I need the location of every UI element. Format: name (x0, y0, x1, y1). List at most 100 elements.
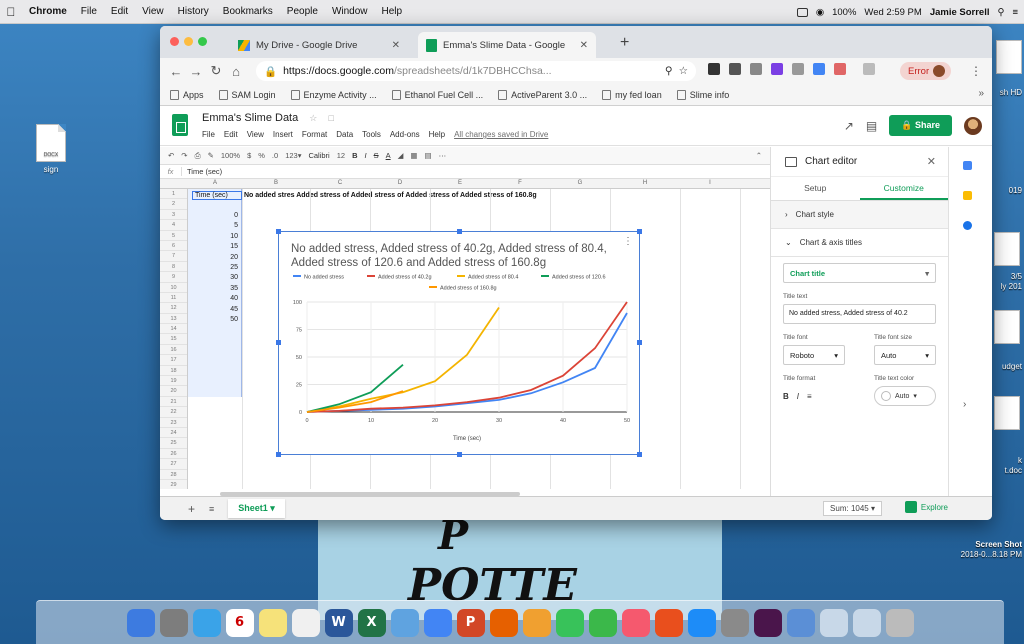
title-text-input[interactable]: No added stress, Added stress of 40.2 (783, 304, 936, 324)
zoom-window-button[interactable] (198, 37, 207, 46)
menu-item-file[interactable]: File (74, 6, 104, 17)
row-header[interactable]: 24 (160, 428, 187, 439)
title-size-select[interactable]: Auto ▾ (874, 345, 936, 365)
bookmark-item[interactable]: Ethanol Fuel Cell ... (391, 89, 483, 100)
menu-item-bookmarks[interactable]: Bookmarks (216, 6, 280, 17)
zoom-select[interactable]: 100% (221, 151, 240, 160)
row-header[interactable]: 4 (160, 220, 187, 231)
menu-item-view[interactable]: View (135, 6, 171, 17)
more-icon[interactable]: ⋯ (439, 151, 447, 160)
bookmark-item[interactable]: Apps (170, 89, 204, 100)
close-tab-icon[interactable]: ✕ (392, 40, 400, 51)
explore-button[interactable]: Explore (904, 501, 948, 513)
office-app[interactable] (654, 608, 683, 637)
apple-icon[interactable]:  (0, 5, 22, 19)
chrome-app[interactable] (423, 608, 452, 637)
doc-menu-view[interactable]: View (247, 130, 264, 139)
resize-handle[interactable] (457, 229, 462, 234)
column-header[interactable]: H (610, 180, 680, 186)
row-header[interactable]: 5 (160, 231, 187, 241)
italic-icon[interactable]: I (365, 151, 367, 160)
row-header[interactable]: 21 (160, 397, 187, 408)
title-color-select[interactable]: Auto ▾ (874, 386, 936, 406)
row-header[interactable]: 10 (160, 283, 187, 293)
tab-slime-data[interactable]: Emma's Slime Data - Google ✕ (418, 32, 596, 58)
row-header[interactable]: 28 (160, 470, 187, 480)
close-window-button[interactable] (170, 37, 179, 46)
desktop-partial-icon[interactable] (994, 310, 1020, 344)
row-header[interactable]: 22 (160, 407, 187, 418)
activity-icon[interactable]: ↗ (844, 119, 854, 133)
close-icon[interactable]: ✕ (927, 155, 936, 168)
slack-app[interactable] (753, 608, 782, 637)
more-bookmarks-icon[interactable]: » (978, 88, 984, 99)
desktop-partial-icon[interactable] (994, 396, 1020, 430)
menu-item-history[interactable]: History (171, 6, 216, 17)
save-status[interactable]: All changes saved in Drive (454, 130, 548, 139)
expand-panel-icon[interactable]: › (963, 399, 966, 410)
clock[interactable]: Wed 2:59 PM (864, 7, 921, 18)
cast-icon[interactable] (863, 63, 875, 75)
table-cell[interactable]: 5 (188, 222, 238, 229)
mail-app[interactable] (786, 608, 815, 637)
address-bar[interactable]: 🔒 https://docs.google.com/spreadsheets/d… (256, 61, 696, 81)
row-header[interactable]: 13 (160, 314, 187, 325)
resize-handle[interactable] (457, 452, 462, 457)
menu-item-chrome[interactable]: Chrome (22, 6, 74, 17)
excel-app[interactable]: X (357, 608, 386, 637)
sum-indicator[interactable]: Sum: 1045 ▾ (823, 501, 882, 516)
column-header[interactable]: B (242, 180, 310, 186)
row-header[interactable]: 20 (160, 386, 187, 397)
doc-menu-help[interactable]: Help (429, 130, 445, 139)
extension-icon[interactable] (834, 63, 846, 75)
column-header[interactable]: F (490, 180, 550, 186)
formula-input[interactable]: Time (sec) (182, 167, 222, 176)
add-sheet-icon[interactable]: + (188, 502, 195, 516)
sysprefs-app[interactable] (720, 608, 749, 637)
header-cells[interactable]: No added stres Added stress of Added str… (244, 192, 537, 199)
table-cell[interactable]: 50 (188, 316, 238, 323)
extension-icon[interactable] (792, 63, 804, 75)
safari-app[interactable] (192, 608, 221, 637)
undo-icon[interactable]: ↶ (168, 151, 174, 160)
minimize-window-button[interactable] (184, 37, 193, 46)
appstore-app[interactable] (687, 608, 716, 637)
cell-a1[interactable]: Time (sec) (192, 191, 242, 200)
desktop-partial-icon[interactable] (996, 40, 1022, 74)
tab-my-drive[interactable]: My Drive - Google Drive ✕ (230, 32, 408, 58)
extension-icon[interactable] (729, 63, 741, 75)
redo-icon[interactable]: ↷ (181, 151, 187, 160)
user-name[interactable]: Jamie Sorrell (930, 7, 990, 18)
notification-center-icon[interactable]: ≡ (1012, 7, 1018, 18)
row-header[interactable]: 6 (160, 241, 187, 252)
align-icon[interactable]: ≡ (807, 392, 812, 401)
strikethrough-icon[interactable]: S (374, 151, 379, 160)
resize-handle[interactable] (637, 340, 642, 345)
doc-menu-format[interactable]: Format (302, 130, 327, 139)
menu-item-help[interactable]: Help (375, 6, 410, 17)
row-header[interactable]: 2 (160, 199, 187, 210)
star-icon[interactable]: ☆ (309, 113, 317, 123)
row-header[interactable]: 11 (160, 293, 187, 304)
desktop-partial-icon[interactable] (994, 232, 1020, 266)
doc-menu-tools[interactable]: Tools (362, 130, 381, 139)
row-header[interactable]: 14 (160, 324, 187, 335)
table-cell[interactable]: 35 (188, 285, 238, 292)
tab-customize[interactable]: Customize (859, 177, 948, 200)
row-header[interactable]: 8 (160, 262, 187, 273)
row-header[interactable]: 26 (160, 449, 187, 460)
table-cell[interactable]: 0 (188, 212, 238, 219)
table-cell[interactable]: 15 (188, 243, 238, 250)
italic-icon[interactable]: I (797, 392, 799, 401)
comments-icon[interactable]: ▤ (866, 119, 877, 133)
facetime-app[interactable] (588, 608, 617, 637)
screen-share-icon[interactable] (796, 7, 808, 17)
wifi-icon[interactable]: ◉ (816, 7, 824, 18)
trash-app[interactable] (885, 608, 914, 637)
bookmark-item[interactable]: SAM Login (218, 89, 276, 100)
extension-icon[interactable] (813, 63, 825, 75)
all-sheets-icon[interactable]: ≡ (209, 504, 214, 514)
firefox-app[interactable] (489, 608, 518, 637)
column-header[interactable]: D (370, 180, 430, 186)
preview-app[interactable] (390, 608, 419, 637)
